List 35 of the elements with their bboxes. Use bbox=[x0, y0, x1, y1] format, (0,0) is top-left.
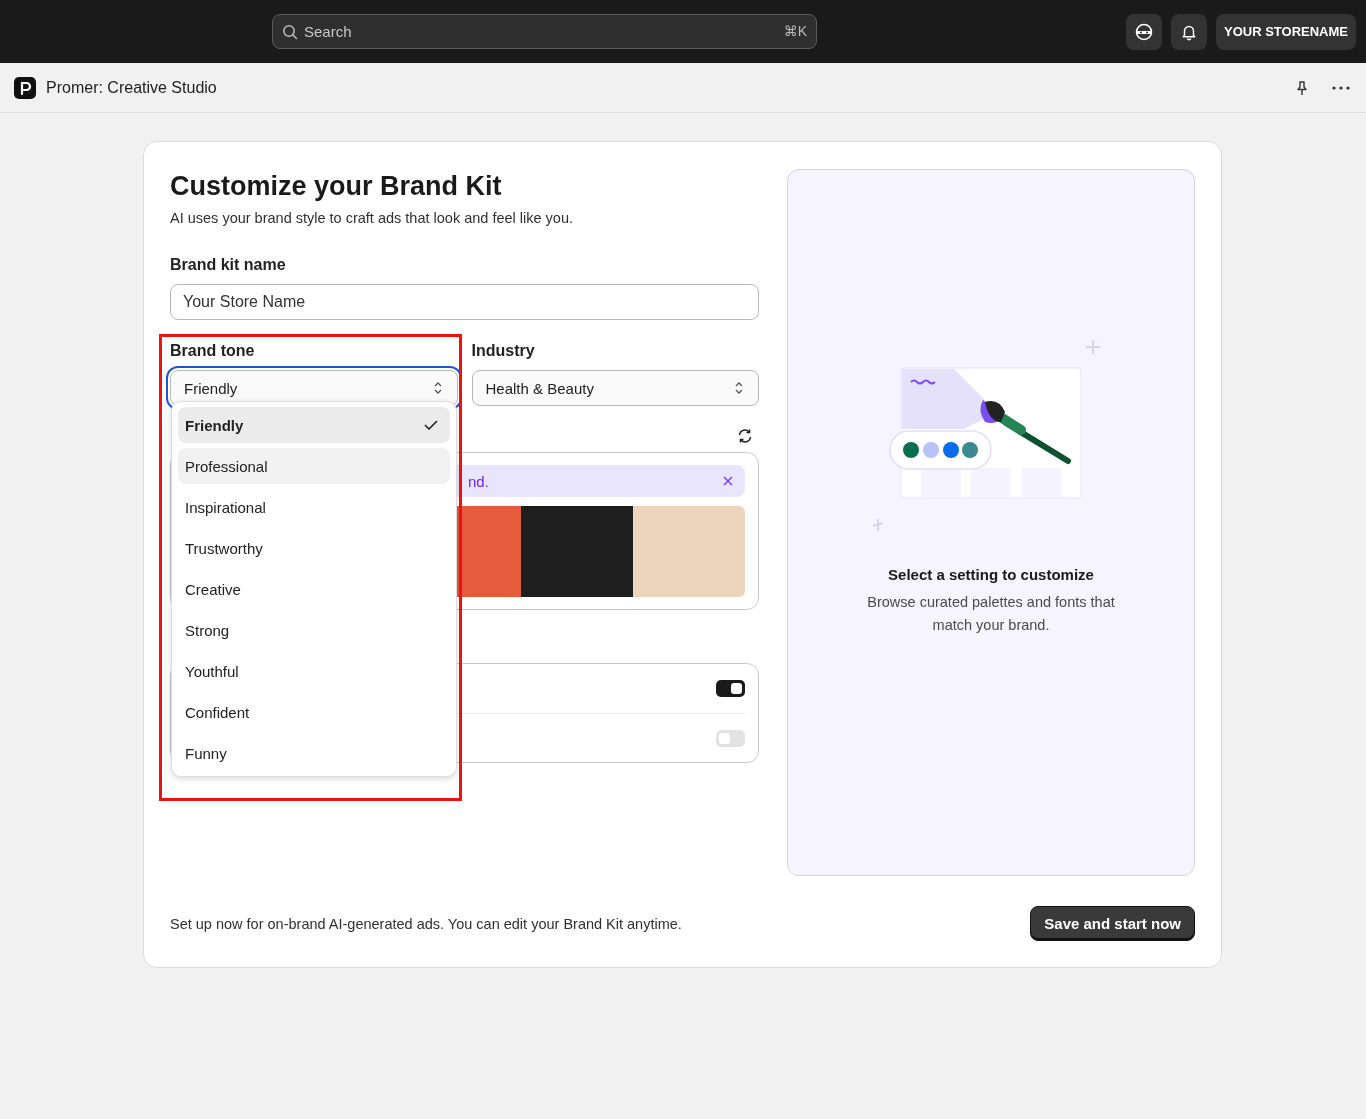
page-subtitle: AI uses your brand style to craft ads that look and feel like you. bbox=[170, 210, 574, 226]
footer-note: Set up now for on-brand AI-generated ads. You can edit your Brand Kit anytime. bbox=[170, 915, 682, 932]
banner-text: nd. bbox=[468, 472, 489, 490]
shortcut-hint: ⌘K bbox=[783, 23, 807, 39]
dropdown-option[interactable]: Friendly bbox=[178, 407, 450, 443]
save-button[interactable]: Save and start now bbox=[1030, 906, 1195, 941]
brand-kit-name-field[interactable]: Your Store Name bbox=[170, 284, 759, 320]
dropdown-option[interactable]: Youthful bbox=[178, 653, 450, 689]
app-title: Promer: Creative Studio bbox=[46, 78, 217, 97]
field-label: Brand kit name bbox=[170, 256, 287, 274]
dropdown-option[interactable]: Creative bbox=[178, 571, 450, 607]
toggle-switch[interactable] bbox=[716, 680, 745, 697]
store-button[interactable]: YOUR STORENAME bbox=[1216, 13, 1356, 50]
checkmark-icon bbox=[423, 420, 438, 430]
industry-select[interactable]: Health & Beauty bbox=[471, 370, 759, 406]
page-heading: Customize your Brand Kit bbox=[170, 171, 503, 202]
notification-bell-icon[interactable] bbox=[1171, 13, 1207, 50]
dropdown-option[interactable]: Inspirational bbox=[178, 489, 450, 525]
chevron-up-down-icon bbox=[432, 381, 443, 395]
color-swatch[interactable] bbox=[633, 506, 745, 597]
chevron-up-down-icon bbox=[734, 381, 744, 395]
dropdown-option[interactable]: Trustworthy bbox=[178, 530, 450, 566]
dropdown-option[interactable]: Confident bbox=[178, 694, 450, 730]
preview-title: Select a setting to customize bbox=[888, 566, 1094, 583]
dropdown-option[interactable]: Funny bbox=[178, 735, 450, 771]
field-label: Brand tone bbox=[170, 342, 256, 360]
field-label: Industry bbox=[471, 342, 536, 360]
dropdown-option[interactable]: Strong bbox=[178, 612, 450, 648]
preview-description: Browse curated palettes and fonts that match your brand. bbox=[866, 593, 1116, 636]
close-icon[interactable] bbox=[723, 476, 733, 486]
mask-face-icon[interactable] bbox=[1126, 13, 1162, 50]
dropdown-option[interactable]: Professional bbox=[178, 448, 450, 484]
color-swatch[interactable] bbox=[521, 506, 633, 597]
app-logo-icon bbox=[14, 76, 36, 99]
toggle-switch[interactable] bbox=[716, 729, 745, 747]
